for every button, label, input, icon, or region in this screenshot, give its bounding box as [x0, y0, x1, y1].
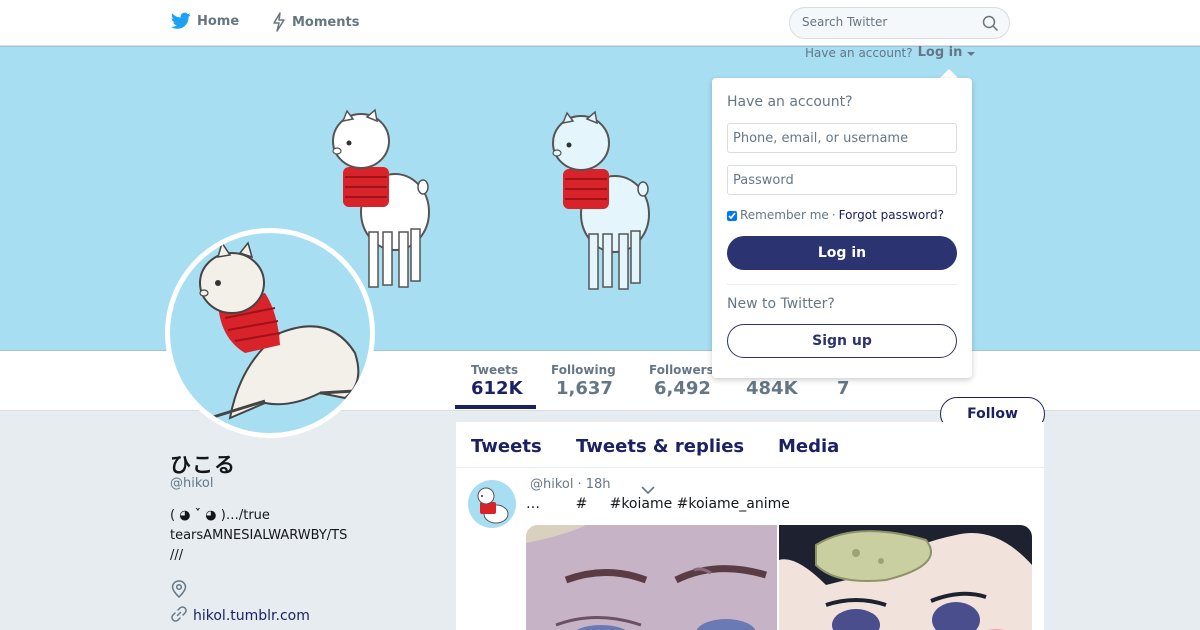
tab-media[interactable]: Media — [778, 436, 839, 457]
alpaca-avatar-image — [199, 241, 360, 420]
profile-link-row: hikol.tumblr.com — [171, 606, 310, 626]
stat-value: 1,637 — [556, 378, 613, 399]
alpaca-illustration-right — [552, 110, 650, 290]
stat-following[interactable]: Following 1,637 — [551, 363, 616, 399]
stat-followers[interactable]: Followers 6,492 — [649, 363, 714, 399]
search-icon[interactable] — [982, 15, 999, 36]
stat-label: Tweets — [471, 363, 519, 377]
stat-value: 484K — [746, 378, 798, 399]
nav-home[interactable]: Home — [171, 12, 239, 30]
avatar[interactable] — [165, 228, 375, 438]
login-button[interactable]: Log in — [727, 236, 957, 270]
login-trigger: Have an account? Log in — [805, 45, 976, 60]
search-box — [789, 7, 1010, 39]
alpaca-avatar-image — [477, 487, 509, 524]
bio-line: ( ◕ ˊ̀ ◕ )…/true — [170, 508, 270, 523]
signup-button[interactable]: Sign up — [727, 324, 957, 358]
link-icon — [171, 606, 187, 626]
profile-handle[interactable]: @hikol — [170, 476, 213, 491]
dropdown-heading: Have an account? — [727, 94, 853, 110]
dropdown-caret — [940, 69, 958, 78]
login-dropdown: Have an account? Remember me · Forgot pa… — [712, 78, 972, 378]
search-input[interactable] — [802, 15, 972, 29]
stat-value: 7 — [837, 378, 850, 399]
tweet-time[interactable]: · 18h — [577, 477, 610, 492]
tab-tweets-replies[interactable]: Tweets & replies — [576, 436, 744, 457]
divider — [727, 284, 957, 285]
profile-link[interactable]: hikol.tumblr.com — [193, 608, 310, 624]
anime-screenshot-image — [526, 525, 1032, 630]
profile-name: ひこる — [170, 453, 236, 477]
remember-checkbox[interactable] — [727, 211, 737, 221]
tweet-handle[interactable]: @hikol — [530, 477, 573, 492]
bio-line: tearsAMNESIALWARWBY/TS — [170, 528, 348, 543]
password-field[interactable] — [727, 165, 957, 195]
remember-row: Remember me · Forgot password? — [727, 208, 944, 222]
username-field[interactable] — [727, 123, 957, 153]
tweet-header: @hikol · 18h — [530, 477, 611, 492]
tweet-text: … # #koiame #koiame_anime — [526, 496, 790, 512]
nav-home-label: Home — [197, 13, 240, 29]
timeline-tabs: Tweets Tweets & replies Media — [456, 422, 1044, 468]
new-to-twitter-heading: New to Twitter? — [727, 296, 835, 312]
timeline: Tweets Tweets & replies Media @hikol · 1… — [456, 422, 1044, 630]
forgot-password-link[interactable]: Forgot password? — [839, 208, 944, 222]
stat-value: 612K — [471, 378, 523, 399]
nav-moments-label: Moments — [292, 14, 360, 30]
active-tab-indicator — [455, 405, 536, 409]
tab-tweets[interactable]: Tweets — [471, 436, 542, 457]
location-icon — [171, 580, 187, 602]
tweet-media[interactable] — [526, 525, 1032, 630]
login-prompt: Have an account? — [805, 45, 913, 60]
stat-label: Followers — [649, 363, 714, 377]
moments-icon — [272, 12, 286, 32]
stat-label: Following — [551, 363, 616, 377]
tweet-avatar[interactable] — [468, 480, 516, 528]
caret-down-icon[interactable] — [967, 46, 976, 60]
login-dropdown-link[interactable]: Log in — [918, 45, 963, 60]
profile-bio: ( ◕ ˊ̀ ◕ )…/true tearsAMNESIALWARWBY/TS … — [170, 506, 380, 566]
separator-dot: · — [831, 208, 836, 222]
twitter-bird-icon — [171, 12, 191, 30]
stat-tweets[interactable]: Tweets 612K — [471, 363, 523, 399]
remember-label[interactable]: Remember me — [740, 208, 829, 222]
bio-line: /// — [170, 548, 184, 563]
top-nav: Home Moments — [0, 0, 1200, 46]
nav-moments[interactable]: Moments — [272, 12, 359, 32]
stat-value: 6,492 — [654, 378, 711, 399]
